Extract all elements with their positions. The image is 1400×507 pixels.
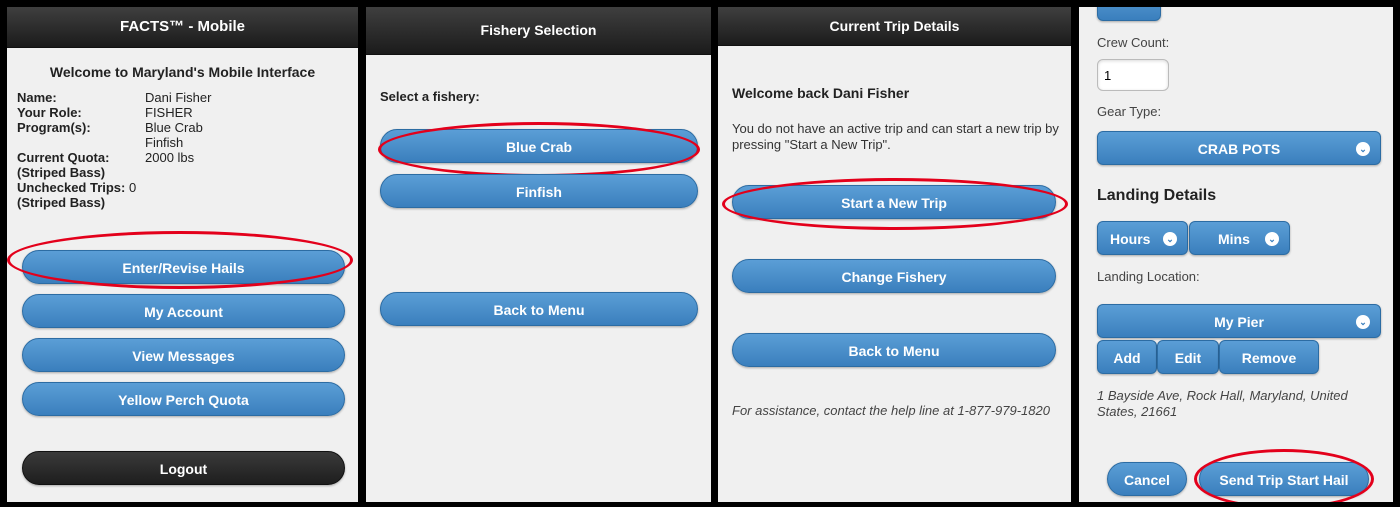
landing-location-select[interactable]: My Pier ⌄ <box>1097 304 1381 338</box>
unchecked-value: 0 <box>129 180 137 195</box>
unchecked-species: (Striped Bass) <box>17 195 106 210</box>
change-fishery-button[interactable]: Change Fishery <box>732 259 1056 293</box>
hours-label: Hours <box>1110 231 1151 247</box>
header-bar: Fishery Selection <box>366 7 711 55</box>
cancel-button[interactable]: Cancel <box>1107 462 1187 496</box>
add-location-button[interactable]: Add <box>1097 340 1157 374</box>
program-item: Finfish <box>145 135 184 150</box>
gear-type-select[interactable]: CRAB POTS ⌄ <box>1097 131 1381 165</box>
enter-revise-hails-button[interactable]: Enter/Revise Hails <box>22 250 345 284</box>
landing-location-label: Landing Location: <box>1097 269 1200 284</box>
fishery-prompt: Select a fishery: <box>380 89 480 104</box>
mins-label: Mins <box>1218 231 1250 247</box>
back-to-menu-button[interactable]: Back to Menu <box>732 333 1056 367</box>
panel-main-menu: FACTS™ - Mobile Welcome to Maryland's Mo… <box>7 7 358 502</box>
partial-button[interactable] <box>1097 7 1161 21</box>
back-to-menu-button[interactable]: Back to Menu <box>380 292 698 326</box>
landing-details-heading: Landing Details <box>1097 187 1217 204</box>
my-account-button[interactable]: My Account <box>22 294 345 328</box>
logout-button[interactable]: Logout <box>22 451 345 485</box>
crew-count-input[interactable] <box>1097 59 1169 91</box>
remove-location-button[interactable]: Remove <box>1219 340 1319 374</box>
blue-crab-button[interactable]: Blue Crab <box>380 129 698 163</box>
header-bar: Current Trip Details <box>718 7 1071 46</box>
gear-type-value: CRAB POTS <box>1197 141 1281 157</box>
start-new-trip-button[interactable]: Start a New Trip <box>732 185 1056 219</box>
mins-select[interactable]: Mins ⌄ <box>1189 221 1290 255</box>
view-messages-button[interactable]: View Messages <box>22 338 345 372</box>
unchecked-label-text: Unchecked Trips: <box>17 180 126 195</box>
header-bar: FACTS™ - Mobile <box>7 7 358 48</box>
programs-label: Program(s): <box>17 120 91 135</box>
role-label: Your Role: <box>17 105 82 120</box>
location-address: 1 Bayside Ave, Rock Hall, Maryland, Unit… <box>1097 388 1348 419</box>
name-label: Name: <box>17 90 57 105</box>
quota-species: (Striped Bass) <box>17 165 106 180</box>
gear-type-label: Gear Type: <box>1097 104 1162 119</box>
panel-trip-form: Crew Count: Gear Type: CRAB POTS ⌄ Landi… <box>1079 7 1393 502</box>
panel-current-trip: Current Trip Details Welcome back Dani F… <box>718 7 1071 502</box>
chevron-down-icon: ⌄ <box>1356 142 1370 156</box>
welcome-heading: Welcome to Maryland's Mobile Interface <box>49 64 316 80</box>
crew-count-label: Crew Count: <box>1097 35 1170 50</box>
chevron-down-icon: ⌄ <box>1163 232 1177 246</box>
quota-value: 2000 lbs <box>145 150 195 165</box>
role-value: FISHER <box>145 105 193 120</box>
unchecked-label: Unchecked Trips: 0 <box>17 180 136 195</box>
quota-label: Current Quota: <box>17 150 110 165</box>
chevron-down-icon: ⌄ <box>1265 232 1279 246</box>
panel-fishery-selection: Fishery Selection Select a fishery: Blue… <box>366 7 711 502</box>
no-trip-message: You do not have an active trip and can s… <box>732 121 1059 152</box>
welcome-back-heading: Welcome back Dani Fisher <box>732 85 910 101</box>
landing-location-value: My Pier <box>1214 314 1264 330</box>
chevron-down-icon: ⌄ <box>1356 315 1370 329</box>
help-line-text: For assistance, contact the help line at… <box>732 403 1050 418</box>
name-value: Dani Fisher <box>145 90 212 105</box>
finfish-button[interactable]: Finfish <box>380 174 698 208</box>
send-trip-start-hail-button[interactable]: Send Trip Start Hail <box>1199 462 1369 496</box>
edit-location-button[interactable]: Edit <box>1157 340 1219 374</box>
yellow-perch-quota-button[interactable]: Yellow Perch Quota <box>22 382 345 416</box>
hours-select[interactable]: Hours ⌄ <box>1097 221 1188 255</box>
program-item: Blue Crab <box>145 120 203 135</box>
